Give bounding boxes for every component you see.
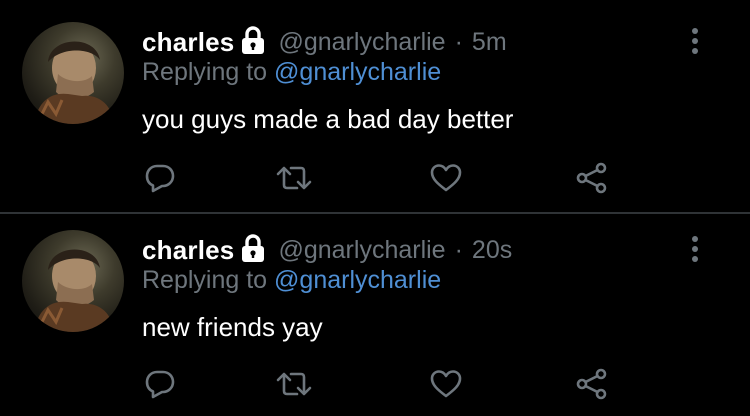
avatar[interactable]: [22, 230, 124, 332]
heart-icon: [428, 366, 464, 407]
handle[interactable]: @gnarlycharlie: [278, 28, 445, 57]
handle[interactable]: @gnarlycharlie: [278, 236, 445, 265]
share-button[interactable]: [572, 160, 612, 200]
heart-icon: [428, 160, 464, 201]
tweet[interactable]: charles @gnarlycharlie · 5m Replying to …: [0, 0, 750, 213]
like-button[interactable]: [426, 366, 466, 406]
avatar[interactable]: [22, 22, 124, 124]
display-name[interactable]: charles: [142, 235, 234, 266]
lock-icon: [240, 26, 266, 56]
retweet-icon: [275, 366, 313, 407]
separator-dot: ·: [454, 27, 463, 56]
like-button[interactable]: [426, 160, 466, 200]
replying-to-label: Replying to: [142, 58, 268, 86]
lock-icon: [240, 234, 266, 264]
timestamp[interactable]: 20s: [472, 236, 512, 265]
tweet-text: you guys made a bad day better: [142, 104, 514, 134]
replying-to: Replying to @gnarlycharlie: [142, 58, 441, 87]
mention-link[interactable]: @gnarlycharlie: [274, 266, 441, 294]
more-vertical-icon[interactable]: [680, 26, 710, 56]
reply-icon: [142, 160, 178, 201]
timestamp[interactable]: 5m: [472, 28, 507, 57]
display-name[interactable]: charles: [142, 27, 234, 58]
share-icon: [574, 366, 610, 407]
reply-icon: [142, 366, 178, 407]
action-bar: [140, 160, 620, 200]
tweet[interactable]: charles @gnarlycharlie · 20s Replying to…: [0, 214, 750, 416]
tweet-text: new friends yay: [142, 312, 323, 342]
retweet-button[interactable]: [274, 366, 314, 406]
mention-link[interactable]: @gnarlycharlie: [274, 58, 441, 86]
separator-dot: ·: [454, 235, 463, 264]
reply-button[interactable]: [140, 160, 180, 200]
more-vertical-icon[interactable]: [680, 234, 710, 264]
tweet-header: charles @gnarlycharlie · 20s: [142, 230, 512, 270]
replying-to-label: Replying to: [142, 266, 268, 294]
retweet-button[interactable]: [274, 160, 314, 200]
replying-to: Replying to @gnarlycharlie: [142, 266, 441, 295]
reply-button[interactable]: [140, 366, 180, 406]
action-bar: [140, 366, 620, 406]
share-icon: [574, 160, 610, 201]
share-button[interactable]: [572, 366, 612, 406]
tweet-header: charles @gnarlycharlie · 5m: [142, 22, 507, 62]
retweet-icon: [275, 160, 313, 201]
